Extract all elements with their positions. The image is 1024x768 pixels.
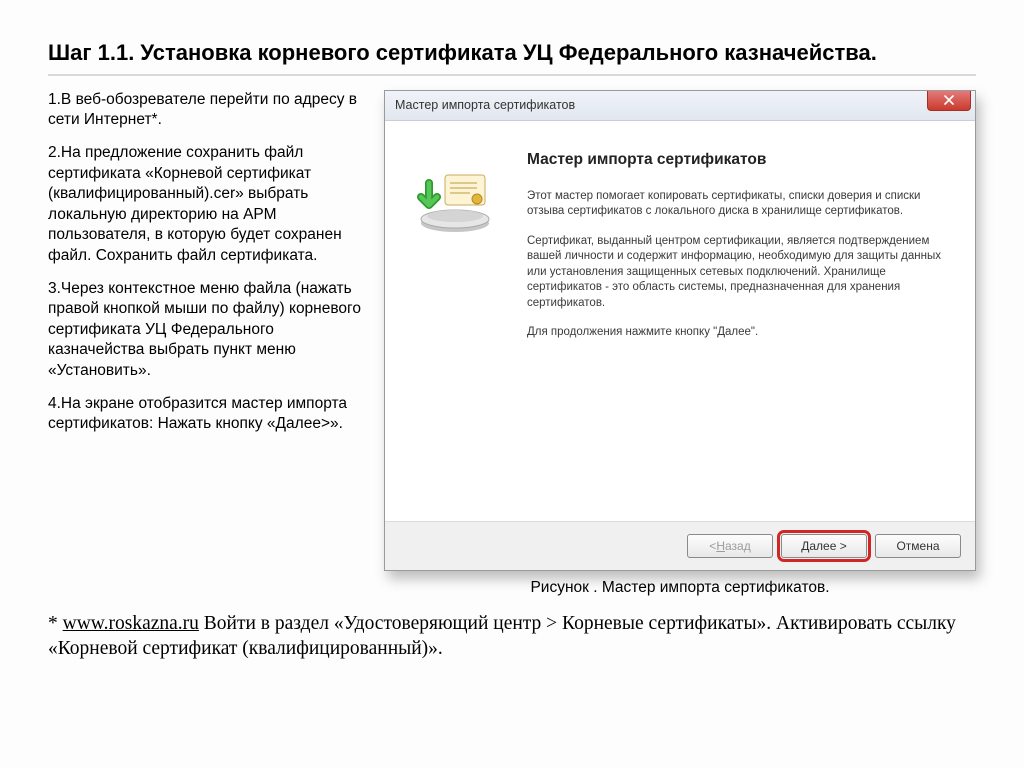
figure: Мастер импорта сертификатов <box>384 90 976 597</box>
instruction-text: 1.В веб-обозревателе перейти по адресу в… <box>48 90 368 597</box>
figure-caption: Рисунок . Мастер импорта сертификатов. <box>384 579 976 597</box>
wizard-body-2: Сертификат, выданный центром сертификаци… <box>527 234 953 312</box>
wizard-heading: Мастер импорта сертификатов <box>527 151 953 169</box>
next-button[interactable]: Далее > <box>781 534 867 558</box>
step-4: 4.На экране отобразится мастер импорта с… <box>48 394 368 435</box>
step-2: 2.На предложение сохранить файл сертифик… <box>48 143 368 267</box>
wizard-body-3: Для продолжения нажмите кнопку "Далее". <box>527 325 953 341</box>
wizard-body-1: Этот мастер помогает копировать сертифик… <box>527 189 953 220</box>
wizard-certificate-icon <box>407 151 507 493</box>
cert-import-wizard-window: Мастер импорта сертификатов <box>384 90 976 571</box>
window-title: Мастер импорта сертификатов <box>395 98 575 112</box>
footnote: * www.roskazna.ru Войти в раздел «Удосто… <box>48 611 976 662</box>
back-button[interactable]: < Назад <box>687 534 773 558</box>
step-3: 3.Через контекстное меню файла (нажать п… <box>48 279 368 382</box>
cancel-button[interactable]: Отмена <box>875 534 961 558</box>
step-1: 1.В веб-обозревателе перейти по адресу в… <box>48 90 368 131</box>
page-title: Шаг 1.1. Установка корневого сертификата… <box>48 38 976 76</box>
close-button[interactable] <box>927 91 971 111</box>
window-titlebar: Мастер импорта сертификатов <box>385 91 975 121</box>
footnote-link[interactable]: www.roskazna.ru <box>63 613 199 634</box>
wizard-button-row: < Назад Далее > Отмена <box>385 522 975 570</box>
close-icon <box>944 95 954 105</box>
